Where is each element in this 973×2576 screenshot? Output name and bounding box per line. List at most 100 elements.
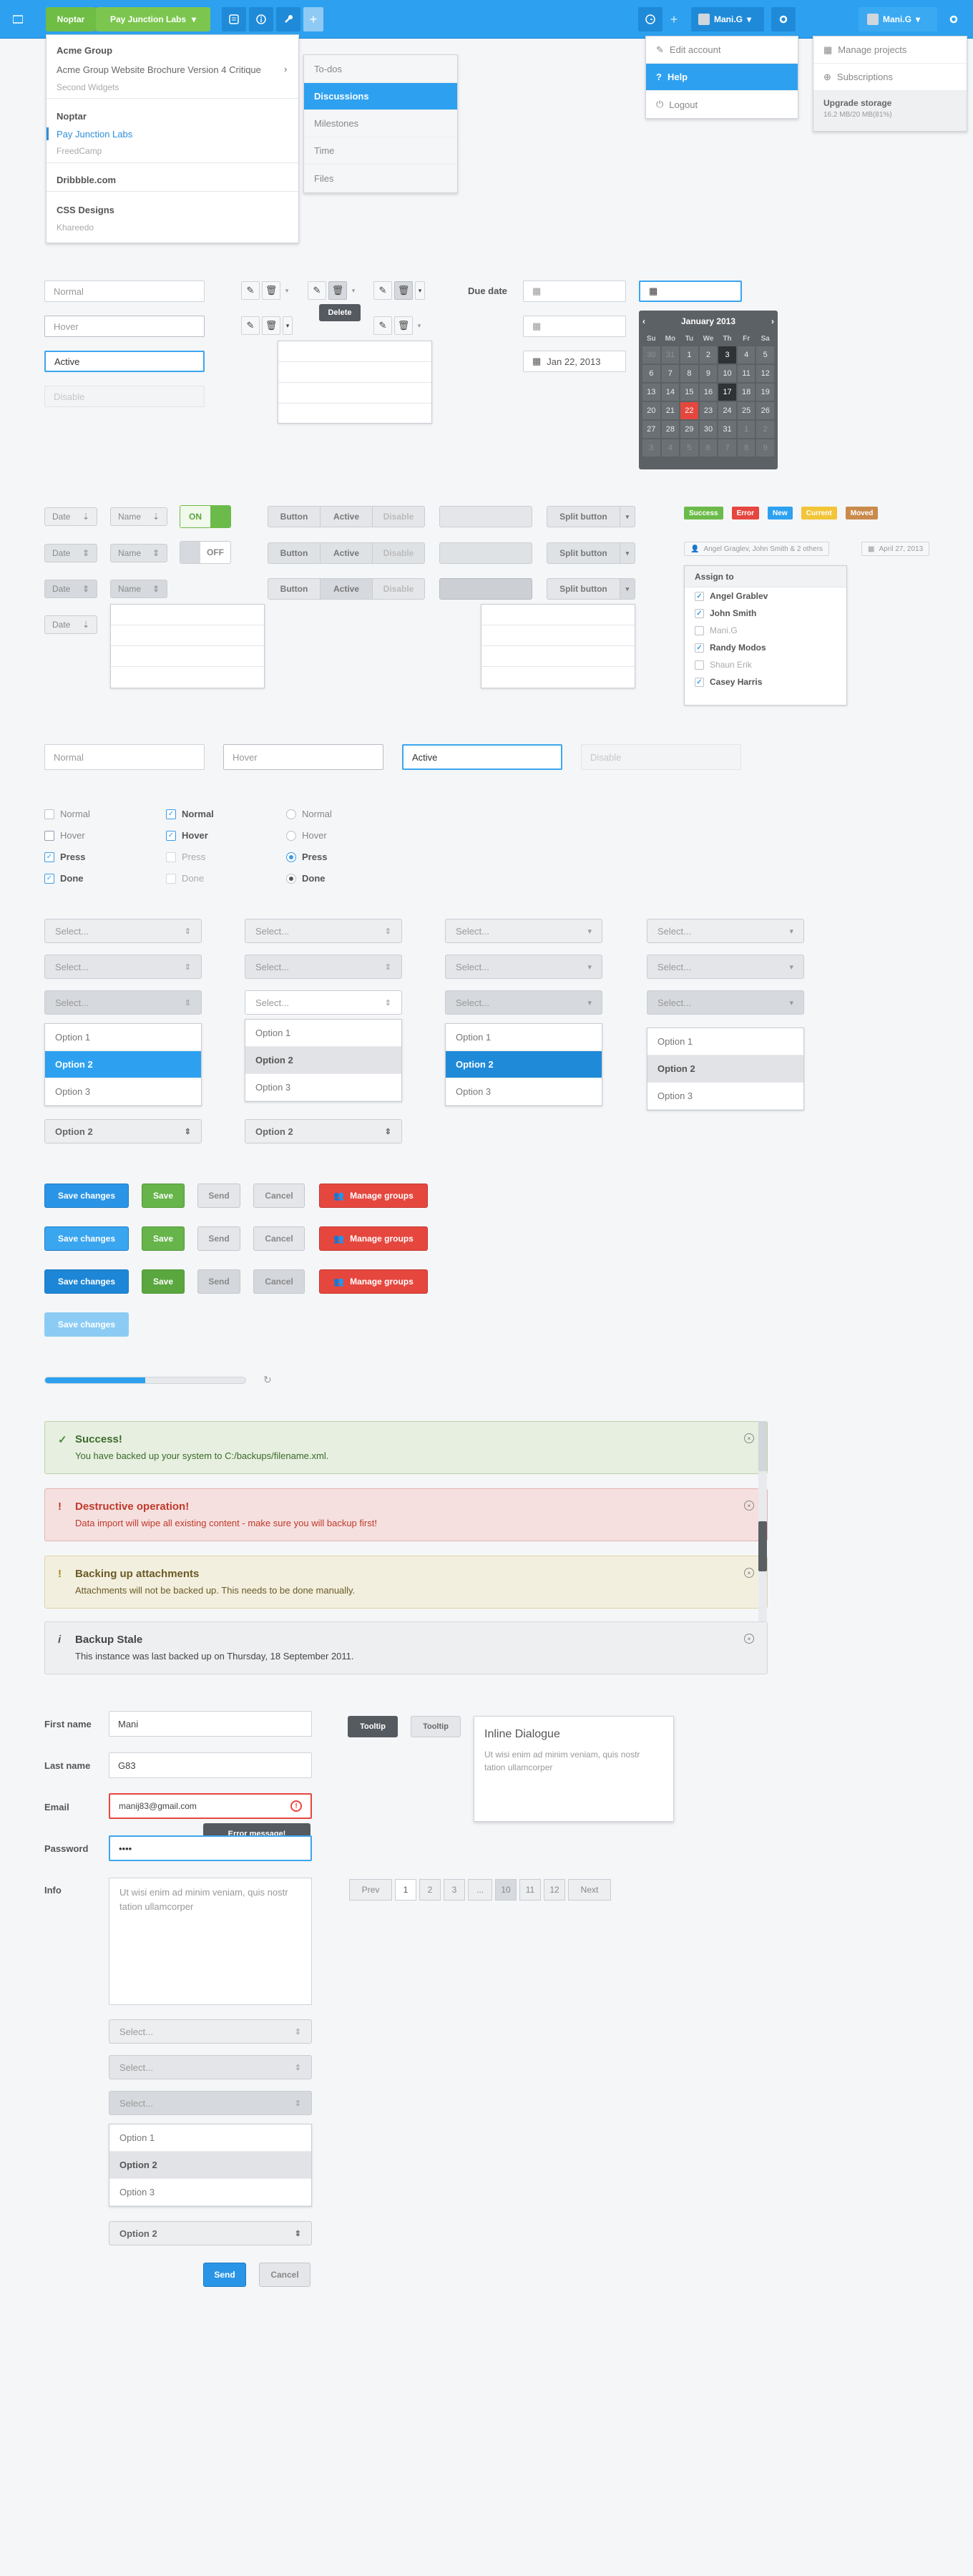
option-radio[interactable]: Hover bbox=[286, 830, 327, 841]
list-item[interactable] bbox=[278, 383, 431, 404]
seg-button[interactable]: Button bbox=[268, 507, 321, 527]
select-dropdown[interactable]: Select... ▾ bbox=[445, 990, 602, 1015]
chevron-down-icon[interactable]: ▾ bbox=[415, 281, 425, 300]
calendar-day[interactable]: 1 bbox=[737, 421, 756, 438]
plus-icon[interactable]: + bbox=[664, 7, 684, 31]
trash-icon[interactable]: 🗑 bbox=[262, 316, 280, 335]
calendar-day[interactable]: 26 bbox=[756, 402, 774, 419]
list-item[interactable] bbox=[481, 605, 635, 625]
select-option[interactable]: Option 3 bbox=[245, 1074, 401, 1101]
email-input[interactable]: manij83@gmail.com ! bbox=[109, 1793, 312, 1819]
select-dropdown[interactable]: Select... ⇕ bbox=[245, 990, 402, 1015]
option-checkbox[interactable]: Press bbox=[166, 852, 205, 862]
checkbox-icon[interactable] bbox=[695, 625, 704, 635]
chevron-down-icon[interactable]: ▾ bbox=[283, 281, 291, 300]
wide-input-normal[interactable]: Normal bbox=[44, 744, 205, 770]
radio-icon[interactable] bbox=[286, 830, 296, 841]
form-select-chosen[interactable]: Option 2 ⇕ bbox=[109, 2221, 312, 2245]
select-option[interactable]: Option 3 bbox=[647, 1083, 803, 1110]
cancel-button[interactable]: Cancel bbox=[253, 1184, 305, 1208]
module-item[interactable]: Milestones bbox=[304, 110, 457, 137]
calendar-day[interactable]: 7 bbox=[718, 439, 736, 457]
project-item[interactable]: FreedCamp bbox=[57, 146, 102, 156]
checkbox-checked-icon[interactable]: ✓ bbox=[166, 830, 176, 841]
trash-icon[interactable]: 🗑 bbox=[262, 281, 280, 300]
calendar-day[interactable]: 28 bbox=[661, 421, 680, 438]
blank-button[interactable] bbox=[439, 506, 532, 527]
blank-button-press[interactable] bbox=[439, 578, 532, 600]
split-button[interactable]: Split button ▾ bbox=[547, 506, 635, 527]
send-button[interactable]: Send bbox=[203, 2263, 246, 2287]
first-name-input[interactable]: Mani bbox=[109, 1711, 312, 1737]
close-icon[interactable]: × bbox=[744, 1568, 754, 1578]
split-button-press[interactable]: Split button ▾ bbox=[547, 578, 635, 600]
select-option[interactable]: Option 3 bbox=[45, 1078, 201, 1106]
calendar-day[interactable]: 9 bbox=[756, 439, 774, 457]
select-option[interactable]: Option 2 bbox=[446, 1051, 602, 1078]
select-dropdown[interactable]: Select... ▾ bbox=[647, 919, 804, 943]
checkbox-checked-icon[interactable]: ✓ bbox=[44, 873, 54, 884]
date-sort-dropdown[interactable]: Date ⇣ bbox=[44, 615, 97, 634]
checkbox-icon[interactable] bbox=[166, 852, 176, 862]
module-item-selected[interactable]: Discussions bbox=[304, 83, 457, 110]
option-radio[interactable]: Done bbox=[286, 873, 326, 884]
project-item[interactable]: Khareedo bbox=[57, 223, 94, 233]
calendar-day[interactable]: 31 bbox=[661, 346, 680, 364]
module-item[interactable]: Time bbox=[304, 137, 457, 165]
input-normal[interactable]: Normal bbox=[44, 280, 205, 302]
logout-item[interactable]: ⏻ Logout bbox=[646, 91, 798, 118]
list-item[interactable] bbox=[481, 625, 635, 646]
toggle-on[interactable]: ON bbox=[180, 505, 231, 528]
edit-account-item[interactable]: ✎ Edit account bbox=[646, 36, 798, 64]
calendar-day[interactable]: 7 bbox=[661, 365, 680, 382]
calendar-day[interactable]: 11 bbox=[737, 365, 756, 382]
input-hover[interactable]: Hover bbox=[44, 316, 205, 337]
calendar-day[interactable]: 4 bbox=[661, 439, 680, 457]
edit-icon[interactable]: ✎ bbox=[373, 316, 392, 335]
option-radio[interactable]: Press bbox=[286, 852, 327, 862]
select-chosen[interactable]: Option 2 ⇕ bbox=[245, 1119, 402, 1143]
assign-person[interactable]: ✓ John Smith bbox=[685, 605, 846, 622]
menu-icon[interactable] bbox=[7, 9, 29, 30]
calendar-day[interactable]: 10 bbox=[718, 365, 736, 382]
breadcrumb-noptar[interactable]: Noptar bbox=[46, 7, 96, 31]
wrench-icon[interactable] bbox=[276, 7, 300, 31]
assign-person[interactable]: ✓ Randy Modos bbox=[685, 639, 846, 656]
cancel-button[interactable]: Cancel bbox=[253, 1226, 305, 1251]
calendar-day[interactable]: 8 bbox=[737, 439, 756, 457]
edit-icon[interactable]: ✎ bbox=[308, 281, 326, 300]
prev-month-icon[interactable]: ‹ bbox=[642, 316, 645, 326]
calendar-day[interactable]: 27 bbox=[642, 421, 660, 438]
gear-icon[interactable] bbox=[942, 7, 966, 31]
wide-input-hover[interactable]: Hover bbox=[223, 744, 383, 770]
page-button[interactable]: 2 bbox=[419, 1879, 441, 1901]
gear-icon[interactable] bbox=[771, 7, 796, 31]
people-tag[interactable]: 👤 Angel Graglev, John Smith & 2 others bbox=[684, 542, 830, 556]
select-dropdown[interactable]: Select... ▾ bbox=[647, 955, 804, 979]
select-dropdown[interactable]: Select... ⇕ bbox=[44, 919, 202, 943]
chevron-down-icon[interactable]: ▾ bbox=[620, 579, 635, 599]
date-sort-press[interactable]: Date ⇕ bbox=[44, 580, 97, 598]
close-icon[interactable]: × bbox=[744, 1634, 754, 1644]
blank-button[interactable] bbox=[439, 542, 532, 564]
date-sort[interactable]: Date ⇣ bbox=[44, 507, 97, 526]
option-radio[interactable]: Normal bbox=[286, 809, 332, 819]
select-dropdown[interactable]: Select... ▾ bbox=[647, 990, 804, 1015]
select-option[interactable]: Option 2 bbox=[647, 1055, 803, 1083]
edit-icon[interactable]: ✎ bbox=[241, 281, 260, 300]
name-sort-press[interactable]: Name ⇕ bbox=[110, 580, 167, 598]
project-item[interactable]: Second Widgets bbox=[57, 82, 119, 92]
select-option[interactable]: Option 1 bbox=[647, 1028, 803, 1055]
edit-icon[interactable]: ✎ bbox=[241, 316, 260, 335]
calendar-day[interactable]: 12 bbox=[756, 365, 774, 382]
user-menu-button-right[interactable]: Mani.G ▾ bbox=[859, 7, 937, 31]
subscriptions-item[interactable]: ⊕ Subscriptions bbox=[813, 64, 967, 91]
radio-selected-icon[interactable] bbox=[286, 852, 296, 862]
calendar-day[interactable]: 25 bbox=[737, 402, 756, 419]
cancel-button[interactable]: Cancel bbox=[253, 1269, 305, 1294]
project-item-active[interactable]: Pay Junction Labs bbox=[57, 129, 132, 140]
toggle-off[interactable]: OFF bbox=[180, 541, 231, 564]
info-icon[interactable] bbox=[249, 7, 273, 31]
select-dropdown[interactable]: Select... ▾ bbox=[445, 919, 602, 943]
manage-groups-button[interactable]: 👥 Manage groups bbox=[319, 1226, 428, 1251]
